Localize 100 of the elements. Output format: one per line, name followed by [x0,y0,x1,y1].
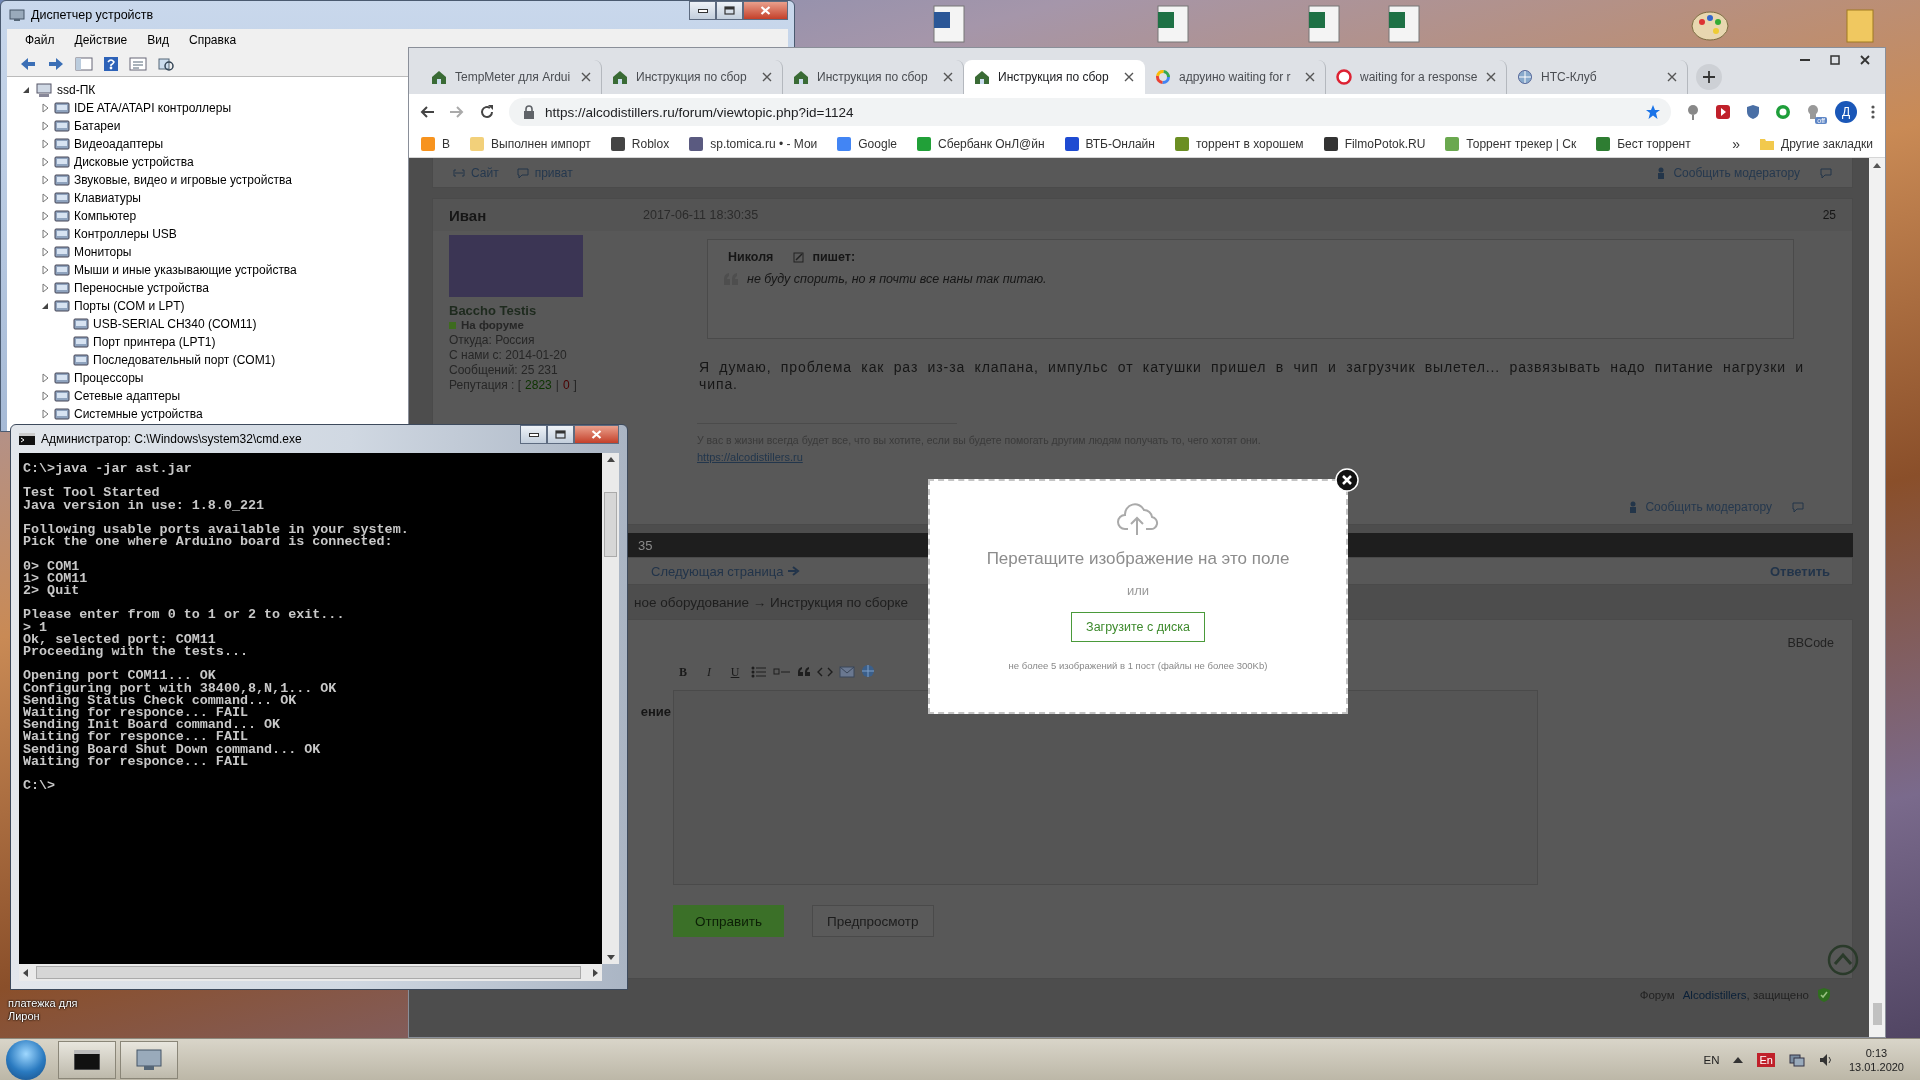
collapsed-arrow-icon[interactable] [40,409,50,419]
bookmark[interactable]: sp.tomica.ru • - Мои [689,136,818,151]
extension-icon[interactable] [1805,104,1821,120]
close-button[interactable] [574,425,619,444]
collapsed-arrow-icon[interactable] [40,193,50,203]
collapsed-arrow-icon[interactable] [40,283,50,293]
code-icon[interactable] [817,666,833,678]
tree-item[interactable]: Клавиатуры [74,191,141,205]
page-number[interactable]: 35 [638,537,653,553]
tree-item[interactable]: Последовательный порт (COM1) [93,353,276,367]
vertical-scrollbar[interactable] [602,453,619,964]
upload-button[interactable]: Загрузите с диска [1071,612,1205,642]
expanded-arrow-icon[interactable] [40,301,50,311]
bulleted-list-icon[interactable] [751,665,767,679]
menu-item[interactable]: Действие [74,33,128,47]
play-icon[interactable] [1715,104,1731,120]
horizontal-scrollbar[interactable] [19,964,602,981]
quote-icon[interactable] [797,666,811,678]
language-indicator[interactable]: EN [1703,1053,1720,1066]
tree-item[interactable]: Сетевые адаптеры [74,389,181,403]
forward-arrow-icon[interactable] [47,55,65,72]
show-hidden-icons-icon[interactable] [1733,1055,1744,1064]
tree-item[interactable]: Батареи [74,119,121,133]
help-icon[interactable] [103,55,119,72]
back-arrow-icon[interactable] [19,55,37,72]
tree-item[interactable]: Видеоадаптеры [74,137,164,151]
bookmark[interactable]: Сбербанк ОнЛ@йн [917,136,1045,151]
bookmark-folder[interactable]: Другие закладки [1760,136,1873,151]
properties-icon[interactable] [129,55,147,72]
collapsed-arrow-icon[interactable] [40,211,50,221]
up-arrow-icon [606,457,615,462]
console-line: > 1 [23,621,49,634]
menu-item[interactable]: Справка [189,33,237,47]
tree-item[interactable]: Мыши и иные указывающие устройства [74,263,297,277]
collapsed-arrow-icon[interactable] [40,247,50,257]
tree-item[interactable]: USB-SERIAL CH340 (COM11) [93,317,257,331]
collapsed-arrow-icon[interactable] [40,373,50,383]
taskbar-button[interactable] [58,1040,116,1079]
collapsed-arrow-icon[interactable] [40,121,50,131]
more-bookmarks-button[interactable]: » [1732,135,1741,152]
profile-avatar[interactable]: Д [1835,101,1857,123]
tree-item[interactable]: Компьютер [74,209,137,223]
message-field[interactable] [673,690,1538,885]
house-icon [431,69,447,85]
menu-icon[interactable] [1871,104,1875,120]
address-bar[interactable]: https://alcodistillers.ru/forum/viewtopic.php?id=1124 [509,98,1671,126]
keyboard-layout-indicator[interactable]: En [1757,1052,1775,1067]
tree-item[interactable]: Контроллеры USB [74,227,177,241]
tree-item[interactable]: IDE ATA/ATAPI контроллеры [74,101,232,115]
menu-item[interactable]: Файл [25,33,55,47]
tree-item[interactable]: Звуковые, видео и игровые устройства [74,173,292,187]
maximize-button[interactable] [547,425,574,444]
bookmark[interactable]: Выполнен импорт [470,136,591,151]
forward-arrow-icon[interactable] [449,104,465,120]
star-icon[interactable] [1645,104,1661,120]
bookmark[interactable]: Бест торрент [1596,136,1691,151]
close-button[interactable] [743,1,788,20]
house-icon [974,69,990,85]
expanded-arrow-icon[interactable] [21,85,31,95]
reload-icon[interactable] [479,104,495,120]
tree-item[interactable]: Порт принтера (LPT1) [93,335,216,349]
bookmark[interactable]: Торрент трекер | Ск [1445,136,1577,151]
vertical-scrollbar[interactable] [1869,158,1885,1037]
start-button[interactable] [6,1039,46,1080]
tree-item[interactable]: Мониторы [74,245,132,259]
bookmark[interactable]: ВТБ-Онлайн [1064,136,1155,151]
tree-item[interactable]: ssd-ПК [57,83,96,97]
menu-item[interactable]: Вид [147,33,169,47]
bookmark[interactable]: В [421,136,450,151]
collapsed-arrow-icon[interactable] [40,229,50,239]
browser-tab[interactable]: Инструкция по сбор [964,60,1145,94]
collapsed-arrow-icon[interactable] [40,391,50,401]
minimize-button[interactable] [689,1,716,20]
tree-item[interactable]: Процессоры [74,371,144,385]
network-icon[interactable] [1788,1052,1805,1067]
new-tab-button[interactable] [1696,64,1722,90]
bookmark[interactable]: торрент в хорошем [1174,136,1304,151]
minimize-button[interactable] [520,425,547,444]
shield-icon[interactable] [1745,104,1761,120]
maximize-button[interactable] [716,1,743,20]
back-arrow-icon[interactable] [419,104,435,120]
minimize-icon [1800,59,1810,61]
bookmark[interactable]: Google [837,136,897,151]
collapsed-arrow-icon[interactable] [40,157,50,167]
panel-icon[interactable] [75,55,93,72]
collapsed-arrow-icon[interactable] [40,139,50,149]
pin-icon[interactable] [1685,103,1701,121]
tree-item[interactable]: Порты (COM и LPT) [74,299,185,313]
scan-icon[interactable] [157,55,175,72]
bookmark[interactable]: Roblox [610,136,670,151]
tree-item[interactable]: Переносные устройства [74,281,210,295]
close-icon[interactable] [1124,72,1134,82]
tree-item[interactable]: Дисковые устройства [74,155,194,169]
collapsed-arrow-icon[interactable] [40,265,50,275]
console-line: Sending Init Board command... OK [23,719,282,732]
bookmark[interactable]: FilmoPotok.RU [1323,136,1426,151]
chat-icon[interactable] [1775,104,1791,120]
collapsed-arrow-icon[interactable] [40,103,50,113]
collapsed-arrow-icon[interactable] [40,175,50,185]
tree-item[interactable]: Системные устройства [74,407,203,421]
